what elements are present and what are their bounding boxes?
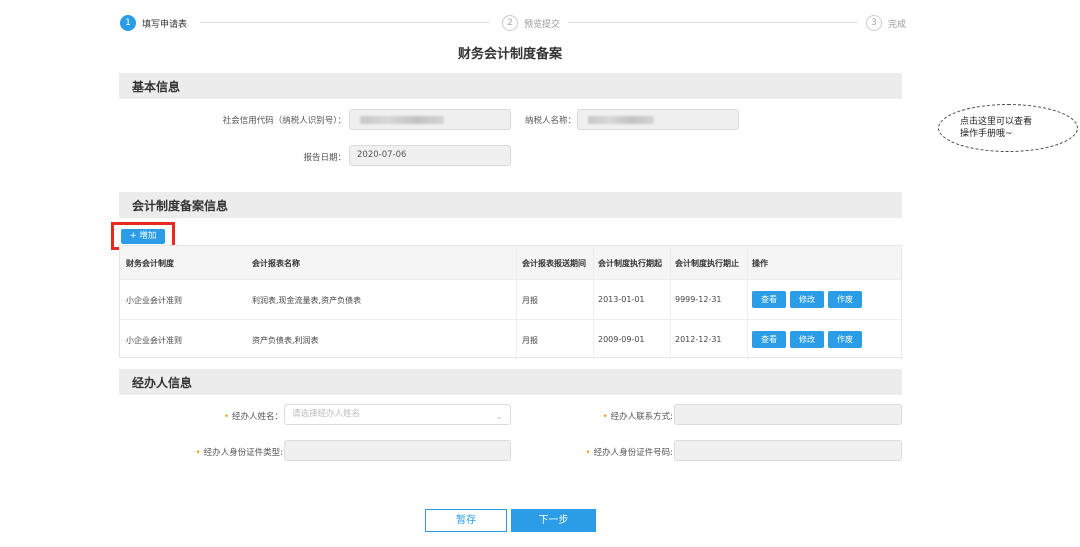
required-mark: • — [195, 448, 201, 458]
step-1: 1 填写申请表 — [120, 14, 194, 32]
id-number-label-text: 经办人身份证件号码: — [593, 448, 673, 458]
cell-end: 2012-12-31 — [675, 335, 722, 344]
col-header: 会计报表报送期间 — [522, 259, 586, 268]
help-bubble-line2: 操作手册哦~ — [960, 129, 1013, 139]
add-button[interactable]: + 增加 — [121, 229, 165, 244]
step-progress: 1 填写申请表 2 预览提交 3 完成 — [120, 14, 913, 32]
cell-period: 月报 — [522, 296, 538, 305]
report-date-field[interactable]: 2020-07-06 — [349, 145, 511, 166]
col-header: 会计制度执行期起 — [598, 259, 662, 268]
view-button[interactable]: 查看 — [752, 331, 786, 348]
required-mark: • — [585, 448, 591, 458]
step-connector — [568, 22, 858, 23]
handler-header: 经办人信息 — [119, 369, 902, 395]
handler-name-label-text: 经办人姓名： — [231, 412, 283, 422]
redacted-value — [360, 116, 444, 124]
id-number-field[interactable] — [674, 440, 902, 461]
table-row: 小企业会计准则 利润表,现金流量表,资产负债表 月报 2013-01-01 99… — [120, 279, 901, 319]
save-draft-button[interactable]: 暂存 — [425, 509, 507, 532]
handler-contact-label-text: 经办人联系方式: — [610, 412, 673, 422]
id-type-field[interactable] — [284, 440, 511, 461]
help-bubble-text[interactable]: 点击这里可以查看 操作手册哦~ — [960, 116, 1070, 140]
step-2-number: 2 — [502, 15, 518, 31]
cell-end: 9999-12-31 — [675, 295, 722, 304]
step-3: 3 完成 — [860, 14, 913, 32]
id-number-label: • 经办人身份证件号码: — [586, 446, 673, 458]
cell-reports: 利润表,现金流量表,资产负债表 — [252, 296, 362, 305]
accounting-header: 会计制度备案信息 — [119, 192, 902, 218]
step-1-number: 1 — [120, 15, 136, 31]
col-header: 财务会计制度 — [126, 259, 174, 268]
required-mark: • — [602, 412, 608, 422]
next-step-button[interactable]: 下一步 — [511, 509, 596, 532]
cell-start: 2013-01-01 — [598, 295, 645, 304]
step-3-number: 3 — [866, 15, 882, 31]
taxpayer-name-field[interactable] — [577, 109, 739, 130]
edit-button[interactable]: 修改 — [790, 331, 824, 348]
cell-system: 小企业会计准则 — [126, 336, 182, 345]
table-row: 小企业会计准则 资产负债表,利润表 月报 2009-09-01 2012-12-… — [120, 319, 901, 359]
handler-contact-label: • 经办人联系方式: — [603, 410, 673, 422]
col-header: 操作 — [752, 259, 768, 268]
handler-contact-field[interactable] — [674, 404, 902, 425]
view-button[interactable]: 查看 — [752, 291, 786, 308]
step-connector — [200, 22, 490, 23]
basic-info-header: 基本信息 — [119, 73, 902, 99]
id-type-label: • 经办人身份证件类型: — [196, 446, 283, 458]
cell-system: 小企业会计准则 — [126, 296, 182, 305]
step-3-label: 完成 — [888, 19, 907, 30]
id-type-label-text: 经办人身份证件类型: — [203, 448, 283, 458]
redacted-value — [588, 116, 654, 124]
credit-code-field[interactable] — [349, 109, 511, 130]
cell-period: 月报 — [522, 336, 538, 345]
edit-button[interactable]: 修改 — [790, 291, 824, 308]
accounting-table: 财务会计制度 会计报表名称 会计报表报送期间 会计制度执行期起 会计制度执行期止… — [119, 245, 902, 358]
col-header: 会计报表名称 — [252, 259, 300, 268]
handler-name-placeholder: 请选择经办人姓名 — [292, 409, 361, 419]
help-bubble-line1: 点击这里可以查看 — [960, 117, 1033, 127]
basic-info-title: 基本信息 — [132, 80, 181, 94]
handler-name-select[interactable]: 请选择经办人姓名 ⌄ — [284, 404, 511, 425]
handler-name-label: • 经办人姓名： — [224, 410, 283, 422]
col-header: 会计制度执行期止 — [675, 259, 739, 268]
step-1-label: 填写申请表 — [142, 19, 188, 30]
handler-title: 经办人信息 — [132, 376, 193, 390]
step-2: 2 预览提交 — [496, 14, 567, 32]
credit-code-label: 社会信用代码（纳税人识别号）： — [222, 116, 346, 126]
cell-reports: 资产负债表,利润表 — [252, 336, 319, 345]
cell-start: 2009-09-01 — [598, 335, 645, 344]
page-title: 财务会计制度备案 — [457, 47, 562, 62]
chevron-down-icon: ⌄ — [495, 412, 503, 422]
step-2-label: 预览提交 — [524, 19, 561, 30]
report-date-label: 报告日期： — [303, 153, 346, 163]
void-button[interactable]: 作废 — [828, 291, 862, 308]
taxpayer-name-label: 纳税人名称： — [524, 116, 576, 126]
accounting-title: 会计制度备案信息 — [132, 199, 229, 213]
required-mark: • — [223, 412, 229, 422]
void-button[interactable]: 作废 — [828, 331, 862, 348]
table-header: 财务会计制度 会计报表名称 会计报表报送期间 会计制度执行期起 会计制度执行期止… — [120, 246, 901, 279]
